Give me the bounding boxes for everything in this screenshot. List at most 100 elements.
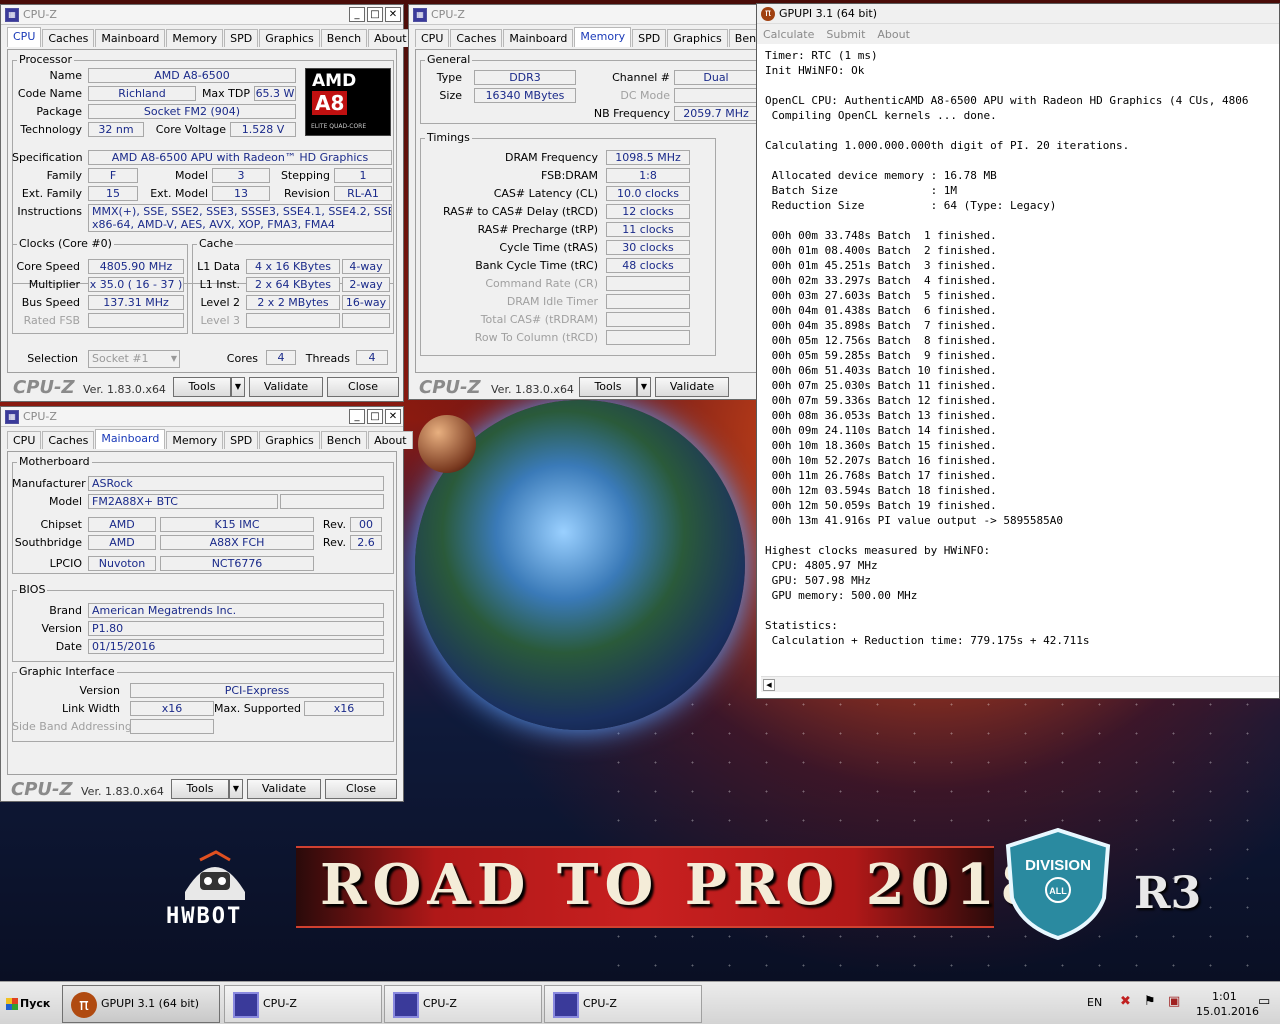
tab-mainboard[interactable]: Mainboard [95,29,166,47]
tab-graphics[interactable]: Graphics [259,29,320,47]
titlebar[interactable]: π GPUPI 3.1 (64 bit) [757,4,1279,24]
tools-dropdown-icon[interactable]: ▼ [229,779,243,799]
tools-button[interactable]: Tools [171,779,229,799]
tools-button[interactable]: Tools [579,377,637,397]
wallpaper-stars [600,690,1280,980]
validate-button[interactable]: Validate [247,779,321,799]
titlebar[interactable]: ▦ CPU-Z _ □ ✕ [1,5,403,25]
task-cpuz-3[interactable]: CPU-Z [544,985,702,1023]
l1inst-label: L1 Inst. [199,278,240,291]
console-line: 00h 05m 12.756s Batch 8 finished. [765,334,997,347]
maximize-button[interactable]: □ [367,7,383,22]
linkwidth-label: Link Width [62,702,120,715]
console-line: Reduction Size : 64 (Type: Legacy) [765,199,1057,212]
tab-caches[interactable]: Caches [450,29,503,47]
menu-about[interactable]: About [877,28,910,41]
console-line: 00h 13m 41.916s PI value output -> 58955… [765,514,1064,527]
horizontal-scrollbar[interactable]: ◀ [761,676,1279,692]
tab-cpu[interactable]: CPU [7,431,42,449]
bios-date-label: Date [55,640,82,653]
titlebar[interactable]: ▦ CPU-Z [409,5,757,25]
cpuz-cpu-window[interactable]: ▦ CPU-Z _ □ ✕ CPU Caches Mainboard Memory … [0,4,413,402]
tab-caches[interactable]: Caches [42,431,95,449]
chevron-down-icon: ▼ [170,354,177,363]
tab-spd[interactable]: SPD [224,431,259,449]
tab-cpu[interactable]: CPU [7,27,42,47]
corevoltage-label: Core Voltage [155,123,226,136]
menu-calculate[interactable]: Calculate [763,28,814,41]
network-icon[interactable]: ✖ [1120,994,1131,1009]
timing-value: 30 clocks [606,240,690,255]
l1data-way-value: 4-way [342,259,390,274]
busspeed-value: 137.31 MHz [88,295,184,310]
tools-dropdown-icon[interactable]: ▼ [231,377,245,397]
taskbar: Пуск π GPUPI 3.1 (64 bit) CPU-Z CPU-Z CP… [0,981,1280,1024]
power-icon[interactable]: ▣ [1168,994,1180,1009]
cpuz-memory-window[interactable]: ▦ CPU-Z CPU Caches Mainboard Memory SPD … [408,4,776,400]
southbridge-rev-label: Rev. [322,536,346,549]
tab-graphics[interactable]: Graphics [667,29,728,47]
cpuz-mainboard-window[interactable]: ▦ CPU-Z _ □ ✕ CPU Caches Mainboard Memory … [0,406,413,802]
console-line: 00h 07m 59.336s Batch 12 finished. [765,394,997,407]
validate-button[interactable]: Validate [655,377,729,397]
cpuz-logo: CPU-Z [419,377,481,398]
tab-mainboard[interactable]: Mainboard [503,29,574,47]
threads-value: 4 [356,350,388,365]
tab-spd[interactable]: SPD [224,29,259,47]
tab-spd[interactable]: SPD [632,29,667,47]
ratedfsb-label: Rated FSB [23,314,80,327]
tab-graphics[interactable]: Graphics [259,431,320,449]
selection-dropdown[interactable]: Socket #1 ▼ [88,350,180,368]
scroll-left-icon[interactable]: ◀ [763,679,775,691]
tab-bench[interactable]: Bench [320,29,368,47]
close-button[interactable]: Close [325,779,397,799]
close-button[interactable]: Close [327,377,399,397]
task-cpuz-2[interactable]: CPU-Z [384,985,542,1023]
task-cpuz-1[interactable]: CPU-Z [224,985,382,1023]
close-window-button[interactable]: ✕ [385,409,401,424]
tab-memory[interactable]: Memory [574,27,632,47]
console-line: Statistics: [765,619,838,632]
tab-cpu[interactable]: CPU [415,29,450,47]
nbfreq-value: 2059.7 MHz [674,106,758,121]
tab-about[interactable]: About [368,29,413,47]
busspeed-label: Bus Speed [21,296,80,309]
timing-value: 10.0 clocks [606,186,690,201]
action-center-flag-icon[interactable]: ⚑ [1144,994,1156,1009]
maximize-button[interactable]: □ [367,409,383,424]
tab-about[interactable]: About [368,431,413,449]
language-indicator[interactable]: EN [1087,996,1102,1009]
minimize-button[interactable]: _ [349,7,365,22]
minimize-button[interactable]: _ [349,409,365,424]
l1data-label: L1 Data [197,260,240,273]
tools-dropdown-icon[interactable]: ▼ [637,377,651,397]
console-line: Init HWiNFO: Ok [765,64,865,77]
tab-bench[interactable]: Bench [320,431,368,449]
clock-time[interactable]: 1:01 [1212,990,1237,1003]
manufacturer-label: Manufacturer [12,477,86,490]
gpupi-window[interactable]: π GPUPI 3.1 (64 bit) Calculate Submit Ab… [756,3,1280,699]
tab-caches[interactable]: Caches [42,29,95,47]
show-desktop-icon[interactable]: ▭ [1258,994,1270,1009]
tab-memory[interactable]: Memory [166,29,224,47]
multiplier-value: x 35.0 ( 16 - 37 ) [88,277,184,292]
start-button[interactable]: Пуск [2,988,58,1020]
tab-mainboard[interactable]: Mainboard [95,429,166,449]
close-window-button[interactable]: ✕ [385,7,401,22]
validate-button[interactable]: Validate [249,377,323,397]
console-line: 00h 09m 24.110s Batch 14 finished. [765,424,997,437]
model-label: Model [174,169,208,182]
tab-memory[interactable]: Memory [166,431,224,449]
tools-button[interactable]: Tools [173,377,231,397]
division-text: DIVISION [1025,857,1091,874]
timing-value [606,330,690,345]
menu-submit[interactable]: Submit [826,28,865,41]
gi-version-label: Version [79,684,120,697]
titlebar[interactable]: ▦ CPU-Z _ □ ✕ [1,407,403,427]
clock-date[interactable]: 15.01.2016 [1196,1005,1259,1018]
task-gpupi[interactable]: π GPUPI 3.1 (64 bit) [62,985,220,1023]
name-label: Name [49,69,82,82]
timing-value: 1:8 [606,168,690,183]
